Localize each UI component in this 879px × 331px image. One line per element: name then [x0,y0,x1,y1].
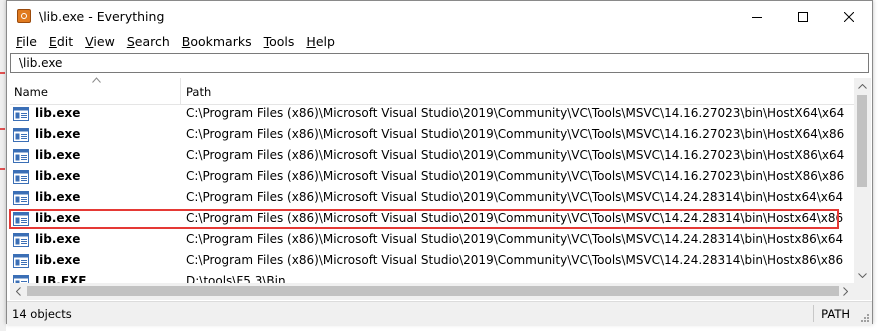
result-name: lib.exe [35,232,81,246]
result-name: lib.exe [35,148,81,162]
background-mark [0,168,5,170]
result-name: lib.exe [35,190,81,204]
result-path: C:\Program Files (x86)\Microsoft Visual … [186,190,844,204]
result-path: C:\Program Files (x86)\Microsoft Visual … [186,106,845,120]
result-path: C:\Program Files (x86)\Microsoft Visual … [186,127,845,141]
results-list: lib.exe C:\Program Files (x86)\Microsoft… [10,104,854,283]
menu-search[interactable]: Search [121,32,176,52]
menu-bookmarks-label: ookmarks [190,34,252,49]
search-box[interactable] [10,53,869,73]
everything-window: \lib.exe - Everything File Edit View Sea… [6,0,873,325]
result-name: lib.exe [35,211,81,225]
menu-tools[interactable]: Tools [258,32,301,52]
minimize-button[interactable] [734,1,780,32]
menu-bookmarks[interactable]: Bookmarks [176,32,258,52]
horizontal-scroll-thumb[interactable] [27,286,839,296]
sort-ascending-icon [92,77,101,83]
status-bar: 14 objects PATH [7,301,872,325]
search-input[interactable] [11,54,868,72]
menu-view[interactable]: View [79,32,121,52]
result-name: lib.exe [35,106,81,120]
resize-grip-icon[interactable] [860,313,870,323]
menu-file-label: ile [22,34,37,49]
exe-file-icon [13,275,29,283]
close-icon [844,11,854,22]
column-header-name[interactable]: Name [10,77,181,104]
menu-search-mnemonic: S [126,34,135,49]
title-bar[interactable]: \lib.exe - Everything [7,1,872,32]
maximize-icon [798,11,808,22]
column-header-path[interactable]: Path [182,78,854,104]
menu-file[interactable]: File [10,32,43,52]
result-row[interactable]: lib.exe C:\Program Files (x86)\Microsoft… [10,230,854,251]
scroll-right-icon[interactable] [843,287,848,296]
exe-file-icon [13,254,29,268]
vertical-scroll-thumb[interactable] [857,95,867,187]
menu-tools-label: ools [269,34,295,49]
menu-search-label: earch [134,34,170,49]
background-mark [0,72,5,74]
exe-file-icon [13,191,29,205]
menu-help[interactable]: Help [300,32,341,52]
result-row[interactable]: lib.exe C:\Program Files (x86)\Microsoft… [10,125,854,146]
result-row[interactable]: LIB.EXE D:\tools\F5.3\Bin [10,272,854,283]
exe-file-icon [13,128,29,142]
result-path: C:\Program Files (x86)\Microsoft Visual … [186,211,844,225]
result-row-highlighted[interactable]: lib.exe C:\Program Files (x86)\Microsoft… [10,209,854,230]
menu-help-label: elp [315,34,335,49]
scroll-left-icon[interactable] [16,287,21,296]
result-path: D:\tools\F5.3\Bin [186,274,286,283]
exe-file-icon [13,107,29,121]
exe-file-icon [13,212,29,226]
scrollbar-corner [854,283,871,300]
menu-edit-mnemonic: E [48,34,57,49]
horizontal-scrollbar[interactable] [10,283,854,300]
scroll-up-icon[interactable] [858,84,867,89]
vertical-scrollbar[interactable] [854,78,871,283]
exe-file-icon [13,233,29,247]
result-row[interactable]: lib.exe C:\Program Files (x86)\Microsoft… [10,104,854,125]
search-mode-indicator: PATH [821,307,850,321]
result-row[interactable]: lib.exe C:\Program Files (x86)\Microsoft… [10,167,854,188]
status-separator [813,305,814,322]
menu-edit[interactable]: Edit [43,32,79,52]
menu-edit-label: dit [56,34,74,49]
results-header: Name Path [10,77,854,105]
minimize-icon [752,16,762,18]
exe-file-icon [13,149,29,163]
close-button[interactable] [826,1,872,32]
window-title: \lib.exe - Everything [39,9,165,24]
menu-help-mnemonic: H [306,34,316,49]
object-count: 14 objects [12,307,72,321]
result-name: lib.exe [35,127,81,141]
menu-view-label: iew [93,34,115,49]
result-name: lib.exe [35,169,81,183]
menu-bar: File Edit View Search Bookmarks Tools He… [7,32,872,52]
result-path: C:\Program Files (x86)\Microsoft Visual … [186,253,844,267]
result-row[interactable]: lib.exe C:\Program Files (x86)\Microsoft… [10,188,854,209]
result-path: C:\Program Files (x86)\Microsoft Visual … [186,232,844,246]
result-path: C:\Program Files (x86)\Microsoft Visual … [186,148,845,162]
scroll-down-icon[interactable] [858,273,867,278]
background-mark [0,128,5,130]
column-header-name-label: Name [14,85,48,99]
column-header-path-label: Path [186,85,212,99]
result-row[interactable]: lib.exe C:\Program Files (x86)\Microsoft… [10,251,854,272]
result-row[interactable]: lib.exe C:\Program Files (x86)\Microsoft… [10,146,854,167]
maximize-button[interactable] [780,1,826,32]
everything-app-icon[interactable] [17,9,31,23]
exe-file-icon [13,170,29,184]
result-name: lib.exe [35,253,81,267]
result-name: LIB.EXE [35,274,87,283]
result-path: C:\Program Files (x86)\Microsoft Visual … [186,169,845,183]
